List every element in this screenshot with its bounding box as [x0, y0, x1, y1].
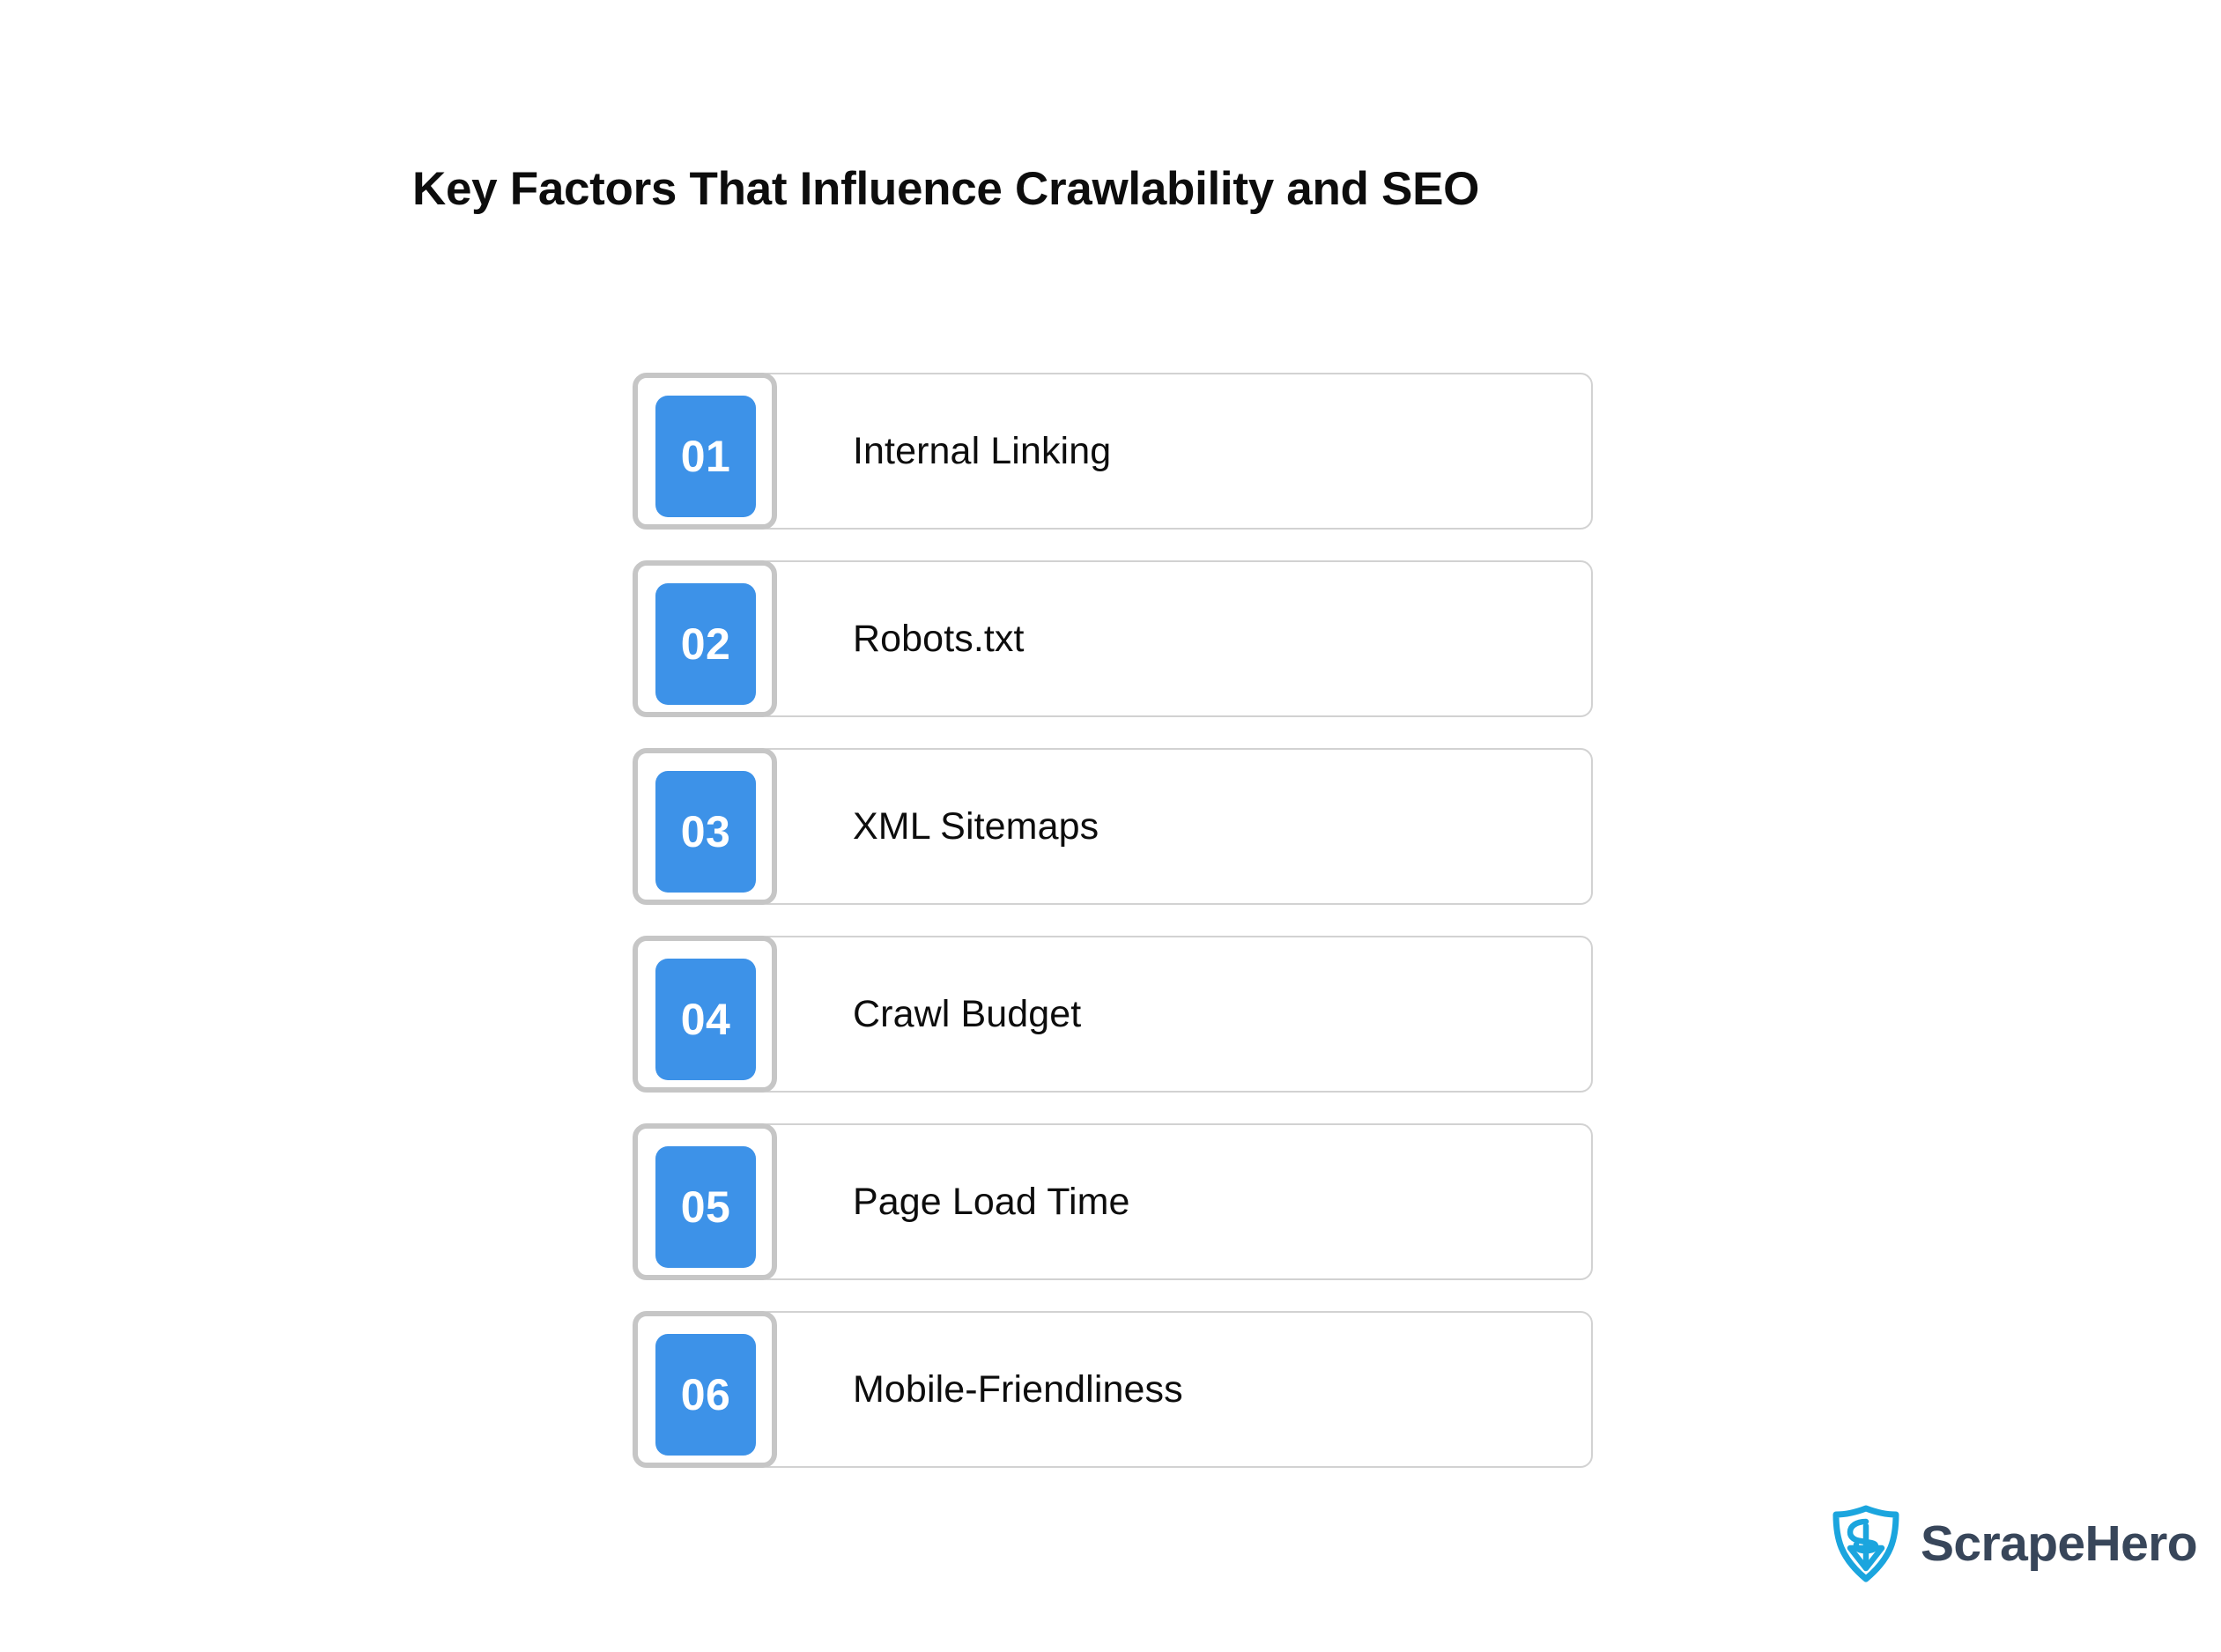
- list-item: Robots.txt 02: [633, 560, 1593, 717]
- factor-badge-frame: 05: [633, 1123, 777, 1280]
- factor-number: 03: [680, 807, 731, 856]
- factor-label: Robots.txt: [853, 617, 1025, 660]
- list-item: Mobile-Friendliness 06: [633, 1311, 1593, 1468]
- factor-badge-frame: 02: [633, 560, 777, 717]
- factor-panel: Page Load Time: [756, 1123, 1593, 1280]
- factor-panel: Mobile-Friendliness: [756, 1311, 1593, 1468]
- factor-panel: Robots.txt: [756, 560, 1593, 717]
- factor-badge-frame: 04: [633, 936, 777, 1093]
- factor-badge-frame: 01: [633, 373, 777, 530]
- factor-number: 02: [680, 619, 731, 669]
- factor-number: 06: [680, 1370, 731, 1419]
- factor-badge: 04: [655, 959, 756, 1080]
- factor-number: 01: [680, 432, 731, 481]
- brand-wordmark: ScrapeHero: [1921, 1515, 2198, 1572]
- factor-number: 05: [680, 1182, 731, 1232]
- factor-label: Mobile-Friendliness: [853, 1367, 1183, 1411]
- factor-panel: Internal Linking: [756, 373, 1593, 530]
- factor-panel: XML Sitemaps: [756, 748, 1593, 905]
- page-title: Key Factors That Influence Crawlability …: [412, 163, 1480, 215]
- factor-list: Internal Linking 01 Robots.txt 02 XML Si…: [633, 373, 1593, 1468]
- factor-badge-frame: 06: [633, 1311, 777, 1468]
- factor-label: Crawl Budget: [853, 992, 1082, 1035]
- factor-panel: Crawl Budget: [756, 936, 1593, 1093]
- list-item: XML Sitemaps 03: [633, 748, 1593, 905]
- factor-label: XML Sitemaps: [853, 804, 1099, 848]
- factor-label: Internal Linking: [853, 429, 1112, 472]
- factor-badge: 06: [655, 1334, 756, 1456]
- factor-badge: 03: [655, 771, 756, 893]
- factor-badge: 02: [655, 583, 756, 705]
- list-item: Crawl Budget 04: [633, 936, 1593, 1093]
- factor-badge: 05: [655, 1146, 756, 1268]
- list-item: Internal Linking 01: [633, 373, 1593, 530]
- factor-badge-frame: 03: [633, 748, 777, 905]
- scrapehero-shield-icon: [1832, 1505, 1899, 1582]
- brand-logo: ScrapeHero: [1831, 1503, 2198, 1584]
- factor-label: Page Load Time: [853, 1180, 1130, 1223]
- list-item: Page Load Time 05: [633, 1123, 1593, 1280]
- factor-number: 04: [680, 995, 731, 1044]
- factor-badge: 01: [655, 396, 756, 517]
